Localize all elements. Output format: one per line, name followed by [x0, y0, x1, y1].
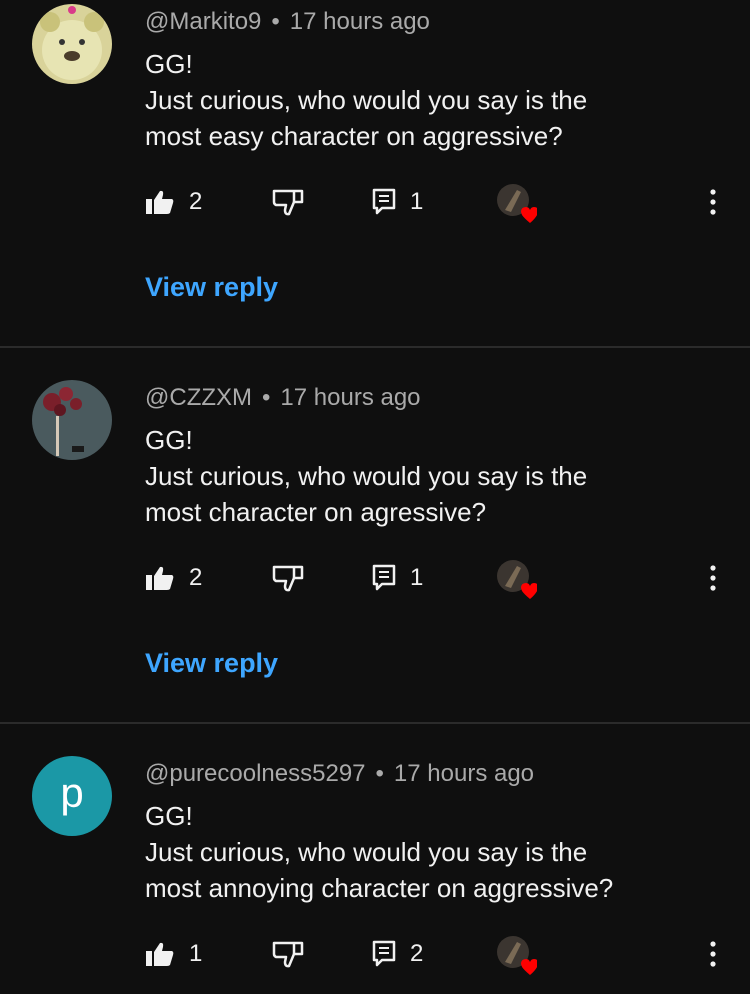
more-options-button[interactable]: [698, 182, 728, 222]
comment-text: GG! Just curious, who would you say is t…: [145, 798, 725, 906]
like-count: 2: [189, 188, 203, 215]
heart-icon: [521, 583, 539, 599]
comment-line: most annoying character on aggressive?: [145, 873, 614, 903]
comment-line: Just curious, who would you say is the: [145, 461, 588, 491]
more-options-button[interactable]: [698, 558, 728, 598]
comment-time[interactable]: 17 hours ago: [280, 384, 420, 411]
avatar-letter: p: [60, 769, 84, 816]
like-button[interactable]: 2: [145, 182, 202, 222]
reply-count: 2: [410, 940, 424, 967]
comment-text: GG! Just curious, who would you say is t…: [145, 46, 725, 154]
comment-time[interactable]: 17 hours ago: [290, 8, 430, 35]
view-reply-button[interactable]: View reply: [145, 648, 278, 679]
comment-item: @CZZXM • 17 hours ago GG! Just curious, wh…: [0, 348, 750, 724]
reply-icon: [372, 564, 396, 591]
comment-line: GG!: [145, 425, 193, 455]
author-name[interactable]: @CZZXM: [145, 384, 252, 411]
comment-actions: 2 1: [0, 558, 750, 599]
comment-line: Just curious, who would you say is the: [145, 85, 588, 115]
view-reply-button[interactable]: View reply: [145, 272, 278, 303]
comment-text: GG! Just curious, who would you say is t…: [145, 422, 725, 530]
thumbs-down-icon: [272, 189, 304, 216]
more-vert-icon: [710, 941, 716, 967]
reply-count: 1: [410, 188, 424, 215]
comment-time[interactable]: 17 hours ago: [394, 760, 534, 787]
reply-button[interactable]: 2: [372, 934, 423, 974]
more-vert-icon: [710, 189, 716, 215]
creator-heart-badge: [497, 558, 539, 602]
reply-icon: [372, 188, 396, 215]
author-name[interactable]: @purecoolness5297: [145, 760, 366, 787]
separator-dot: •: [262, 384, 271, 411]
reply-count: 1: [410, 564, 424, 591]
user-avatar[interactable]: [32, 4, 112, 84]
comment-line: most character on agressive?: [145, 497, 487, 527]
like-count: 1: [189, 940, 203, 967]
like-button[interactable]: 2: [145, 558, 202, 598]
thumbs-down-icon: [272, 941, 304, 968]
comment-item: p @purecoolness5297 • 17 hours ago GG! Jus…: [0, 724, 750, 994]
like-count: 2: [189, 564, 203, 591]
creator-avatar-icon: [497, 936, 539, 975]
creator-avatar-icon: [497, 560, 539, 599]
separator-dot: •: [375, 760, 384, 787]
comment-line: Just curious, who would you say is the: [145, 837, 588, 867]
comment-actions: 2 1: [0, 182, 750, 223]
author-name[interactable]: @Markito9: [145, 8, 261, 35]
more-vert-icon: [710, 565, 716, 591]
separator-dot: •: [271, 8, 280, 35]
creator-heart-badge: [497, 182, 539, 226]
like-button[interactable]: 1: [145, 934, 202, 974]
user-avatar[interactable]: [32, 380, 112, 460]
comment-meta: @purecoolness5297 • 17 hours ago: [145, 760, 534, 788]
thumbs-up-icon: [146, 190, 174, 214]
comment-meta: @CZZXM • 17 hours ago: [145, 384, 421, 412]
user-avatar[interactable]: p: [32, 756, 112, 836]
reply-button[interactable]: 1: [372, 558, 423, 598]
heart-icon: [521, 207, 539, 223]
comment-actions: 1 2: [0, 934, 750, 975]
comment-line: most easy character on aggressive?: [145, 121, 563, 151]
thumbs-up-icon: [146, 942, 174, 966]
comment-line: GG!: [145, 49, 193, 79]
heart-icon: [521, 959, 539, 975]
dislike-button[interactable]: [272, 934, 304, 974]
thumbs-down-icon: [272, 565, 304, 592]
more-options-button[interactable]: [698, 934, 728, 974]
comment-line: GG!: [145, 801, 193, 831]
reply-icon: [372, 940, 396, 967]
dislike-button[interactable]: [272, 182, 304, 222]
creator-avatar-icon: [497, 184, 539, 223]
thumbs-up-icon: [146, 566, 174, 590]
reply-button[interactable]: 1: [372, 182, 423, 222]
creator-heart-badge: [497, 934, 539, 978]
dislike-button[interactable]: [272, 558, 304, 598]
comment-item: @Markito9 • 17 hours ago GG! Just curious,…: [0, 0, 750, 348]
comment-meta: @Markito9 • 17 hours ago: [145, 8, 430, 36]
